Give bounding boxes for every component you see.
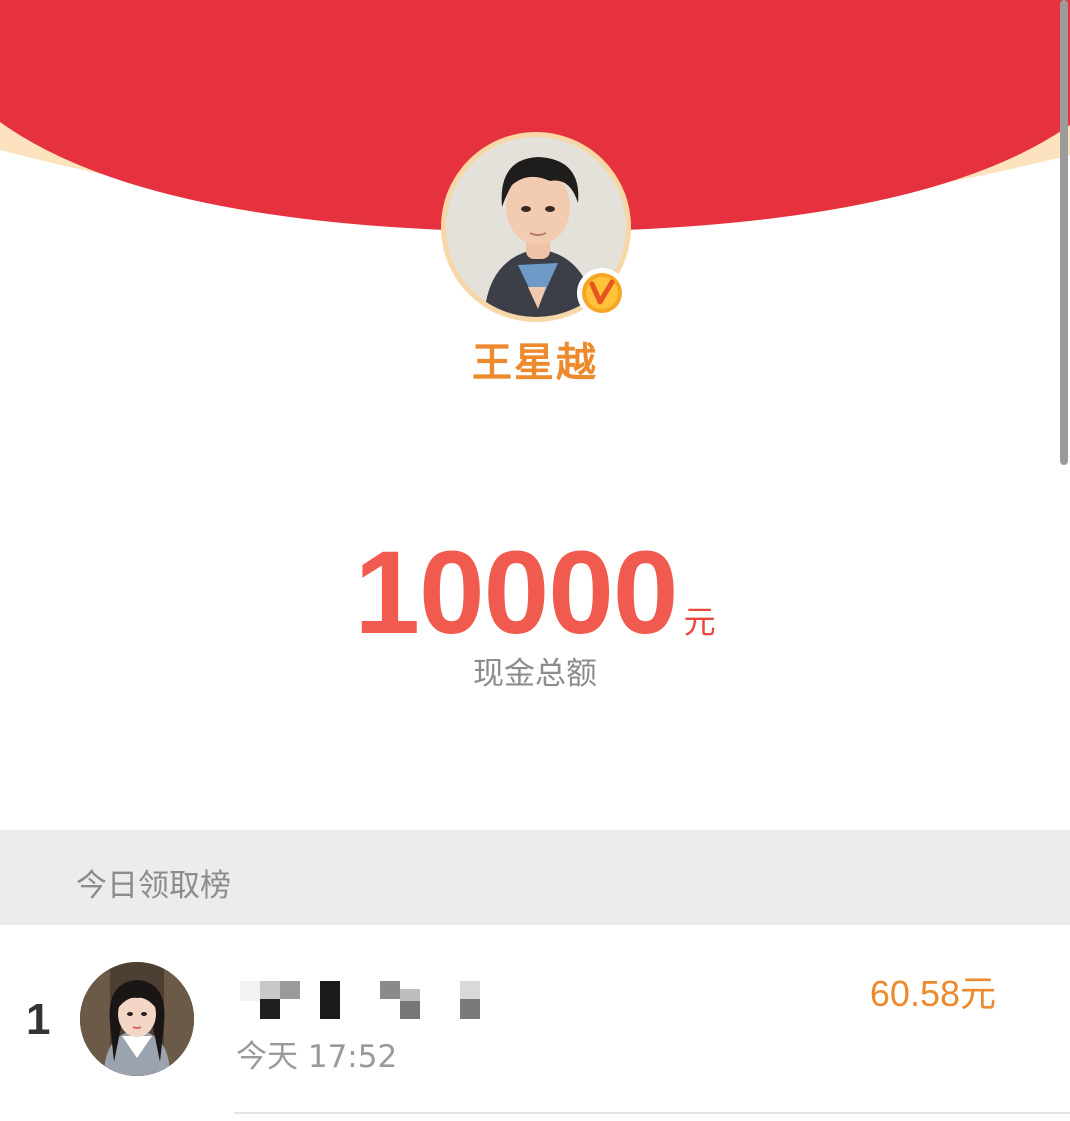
total-amount-caption: 现金总额 [473,656,597,692]
leaderboard-title: 今日领取榜 [76,868,231,904]
total-amount-value: 10000 [354,527,678,659]
rank-number: 1 [26,995,51,1044]
claim-amount: 60.58元 [869,973,996,1014]
masked-username [240,981,480,1019]
total-amount-unit: 元 [683,603,716,641]
total-amount: 10000 元 [0,525,1070,661]
claim-time: 今天 17:52 [236,1039,398,1075]
leaderboard-header: 今日领取榜 [0,830,1070,925]
leaderboard-row[interactable]: 1 今天 17:52 60.58元 [0,925,1070,1121]
row-divider [234,1112,1070,1114]
user-name: 王星越 [472,340,598,386]
redpacket-page: 王星越 10000 元 现金总额 今日领取榜 1 今天 17:52 60.58元 [0,0,1070,1121]
verified-v-badge-icon [577,268,627,318]
avatar[interactable] [80,962,194,1076]
scrollbar[interactable] [1060,0,1068,465]
